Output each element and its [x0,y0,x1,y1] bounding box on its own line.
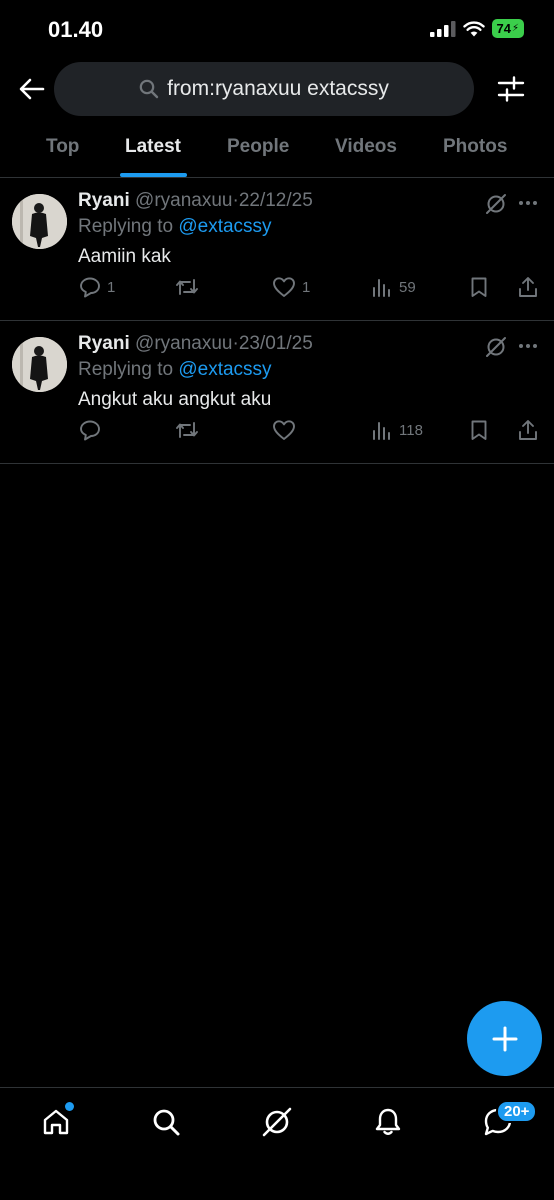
grok-icon[interactable] [484,192,508,216]
share-button[interactable] [517,276,539,298]
tweet-date[interactable]: 22/12/25 [239,190,313,211]
search-header: from:ryanaxuu extacssy [0,62,554,116]
bookmark-button[interactable] [469,419,489,441]
views-icon [373,279,390,297]
retweet-icon [176,422,198,438]
battery-level: 74 [496,21,511,36]
share-icon [519,420,537,440]
views-button[interactable]: 59 [371,276,416,298]
heart-icon [273,277,295,297]
bookmark-button[interactable] [469,276,489,298]
like-button[interactable] [272,419,302,441]
status-bar: 01.40 74 ⚡ [0,0,554,58]
sliders-icon [497,76,525,102]
tweet[interactable]: Ryani @ryanaxuu·23/01/25 Replying to @ex… [0,321,554,464]
status-icons: 74 ⚡ [429,19,524,38]
replying-label: Replying to [78,216,174,237]
tweet-text: Aamiin kak [78,246,171,267]
reply-icon [80,277,100,298]
signal-icon [429,20,455,37]
tab-top[interactable]: Top [46,126,79,177]
replying-mention[interactable]: @extacssy [178,216,271,237]
bottom-navigation: 20+ [0,1087,554,1200]
search-tabs: Top Latest People Videos Photos [0,126,554,178]
compose-button[interactable] [467,1001,542,1076]
tab-latest[interactable]: Latest [125,126,181,177]
search-icon [153,1109,180,1136]
back-button[interactable] [16,74,48,104]
views-button[interactable]: 118 [371,419,423,441]
retweet-button[interactable] [175,419,205,441]
search-input[interactable]: from:ryanaxuu extacssy [54,62,474,116]
charging-icon: ⚡ [511,23,519,34]
heart-icon [273,420,295,440]
wifi-icon [462,20,485,36]
tweet-text: Angkut aku angkut aku [78,389,272,410]
tweet[interactable]: Ryani @ryanaxuu·22/12/25 Replying to @ex… [0,178,554,321]
view-count: 118 [399,421,423,439]
nav-grok[interactable] [259,1104,295,1140]
author-name[interactable]: Ryani [78,333,130,354]
nav-explore[interactable] [148,1104,184,1140]
back-arrow-icon [19,78,45,100]
reply-button[interactable]: 1 [79,276,115,298]
like-count: 1 [302,278,311,296]
tab-photos[interactable]: Photos [443,126,507,177]
plus-icon [492,1026,517,1051]
bell-icon [375,1108,401,1135]
avatar[interactable] [12,337,67,392]
reply-count: 1 [107,278,116,296]
view-count: 59 [399,278,416,296]
search-icon [139,79,159,99]
retweet-icon [176,279,198,295]
tweet-header: Ryani @ryanaxuu·22/12/25 [78,190,313,212]
bookmark-icon [471,420,487,440]
messages-badge: 20+ [496,1100,538,1123]
more-options-icon[interactable] [518,343,538,349]
search-filter-button[interactable] [494,74,528,104]
grok-icon[interactable] [484,335,508,359]
share-icon [519,277,537,297]
home-icon [43,1109,69,1135]
tab-people[interactable]: People [227,126,289,177]
tweet-date[interactable]: 23/01/25 [239,333,313,354]
replying-to: Replying to @extacssy [78,359,272,381]
views-icon [373,422,390,440]
more-options-icon[interactable] [518,200,538,206]
avatar[interactable] [12,194,67,249]
reply-button[interactable] [79,419,107,441]
nav-notifications[interactable] [370,1104,406,1140]
replying-mention[interactable]: @extacssy [178,359,271,380]
search-query: from:ryanaxuu extacssy [167,77,389,100]
tweet-actions: 118 [0,419,554,445]
tweet-header: Ryani @ryanaxuu·23/01/25 [78,333,313,355]
share-button[interactable] [517,419,539,441]
retweet-button[interactable] [175,276,205,298]
reply-icon [80,420,100,441]
nav-home[interactable] [38,1102,74,1140]
replying-label: Replying to [78,359,174,380]
active-tab-indicator [120,173,187,177]
battery-indicator: 74 ⚡ [491,19,524,38]
replying-to: Replying to @extacssy [78,216,272,238]
author-name[interactable]: Ryani [78,190,130,211]
home-notification-dot [65,1102,74,1111]
tab-videos[interactable]: Videos [335,126,397,177]
bookmark-icon [471,277,487,297]
author-handle[interactable]: @ryanaxuu [135,333,232,354]
status-time: 01.40 [48,17,104,42]
grok-icon [262,1107,292,1137]
author-handle[interactable]: @ryanaxuu [135,190,232,211]
tweet-actions: 1 1 59 [0,276,554,302]
like-button[interactable]: 1 [272,276,310,298]
